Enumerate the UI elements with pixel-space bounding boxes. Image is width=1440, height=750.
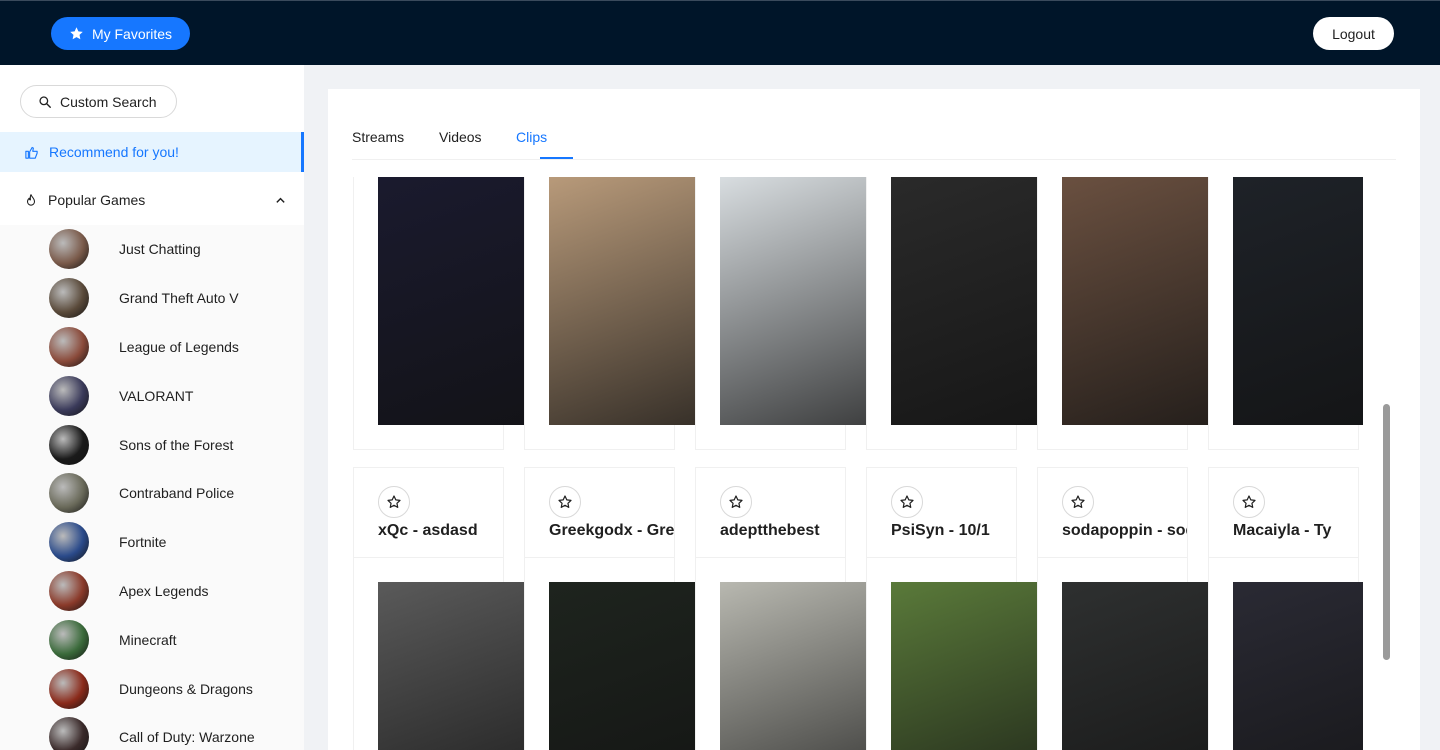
clip-thumbnail[interactable] xyxy=(549,582,695,750)
tab-videos[interactable]: Videos xyxy=(439,129,482,145)
game-name: Grand Theft Auto V xyxy=(119,290,239,307)
tab-streams[interactable]: Streams xyxy=(352,129,404,145)
game-avatar xyxy=(49,570,89,611)
scrollbar-thumb[interactable] xyxy=(1383,404,1390,660)
game-avatar xyxy=(49,619,89,660)
sidebar-item-game[interactable]: Sons of the Forest xyxy=(0,420,304,469)
game-avatar xyxy=(49,278,89,319)
clip-thumbnail[interactable] xyxy=(720,177,866,425)
favorite-star-button[interactable] xyxy=(720,486,752,518)
popular-games-submenu[interactable]: Popular Games xyxy=(0,180,304,220)
star-outline-icon xyxy=(387,495,401,508)
my-favorites-button[interactable]: My Favorites xyxy=(51,17,190,50)
clip-thumbnail[interactable] xyxy=(549,177,695,425)
star-outline-icon xyxy=(558,495,572,508)
logout-button[interactable]: Logout xyxy=(1313,17,1394,50)
sidebar-item-game[interactable]: League of Legends xyxy=(0,323,304,372)
game-name: Apex Legends xyxy=(119,582,209,599)
active-tab-indicator xyxy=(540,157,573,159)
clip-title: xQc - asdasd xyxy=(378,522,478,539)
top-header: My Favorites Logout xyxy=(0,0,1440,65)
popular-games-list: Just Chatting Grand Theft Auto V League of… xyxy=(0,225,304,750)
fire-icon xyxy=(26,193,36,206)
clip-thumbnail[interactable] xyxy=(891,582,1037,750)
scrollbar[interactable] xyxy=(1380,176,1392,750)
clip-thumbnail[interactable] xyxy=(720,582,866,750)
star-outline-icon xyxy=(900,495,914,508)
favorite-star-button[interactable] xyxy=(891,486,923,518)
sidebar: Custom Search Recommend for you! Popular… xyxy=(0,65,304,750)
custom-search-label: Custom Search xyxy=(60,93,157,110)
game-avatar xyxy=(49,326,89,367)
clip-thumbnail[interactable] xyxy=(1233,582,1363,750)
game-avatar xyxy=(49,375,89,416)
game-name: Call of Duty: Warzone xyxy=(119,729,255,746)
game-name: League of Legends xyxy=(119,338,239,355)
sidebar-item-game[interactable]: Call of Duty: Warzone xyxy=(0,713,304,750)
sidebar-item-game[interactable]: Just Chatting xyxy=(0,225,304,274)
sidebar-item-game[interactable]: VALORANT xyxy=(0,371,304,420)
favorite-star-button[interactable] xyxy=(1233,486,1265,518)
favorite-star-button[interactable] xyxy=(1062,486,1094,518)
game-avatar xyxy=(49,424,89,465)
clip-thumbnail[interactable] xyxy=(1062,582,1208,750)
sidebar-item-game[interactable]: Apex Legends xyxy=(0,567,304,616)
clip-thumbnail[interactable] xyxy=(378,582,524,750)
star-outline-icon xyxy=(1071,495,1085,508)
clips-grid: xQc - asdasd Greekgodx - Greekgodx adeptth… xyxy=(353,177,1363,750)
clip-title: PsiSyn - 10/1 xyxy=(891,522,990,539)
clip-title: Greekgodx - Greekgodx xyxy=(549,522,674,539)
thumbs-up-icon xyxy=(25,146,38,159)
sidebar-item-game[interactable]: Contraband Police xyxy=(0,469,304,518)
sidebar-item-game[interactable]: Dungeons & Dragons xyxy=(0,664,304,713)
star-icon xyxy=(70,27,83,40)
game-avatar xyxy=(49,668,89,709)
clip-thumbnail[interactable] xyxy=(1233,177,1363,425)
game-name: Sons of the Forest xyxy=(119,436,234,453)
game-avatar xyxy=(49,522,89,563)
favorite-star-button[interactable] xyxy=(549,486,581,518)
star-outline-icon xyxy=(729,495,743,508)
chevron-up-icon xyxy=(276,197,285,203)
main-content: Streams Videos Clips xQc - asdasd Greekgo… xyxy=(328,89,1420,750)
sidebar-item-recommend[interactable]: Recommend for you! xyxy=(0,132,304,172)
game-name: Minecraft xyxy=(119,631,177,648)
game-name: Dungeons & Dragons xyxy=(119,680,253,697)
game-name: Contraband Police xyxy=(119,485,235,502)
clip-thumbnail[interactable] xyxy=(378,177,524,425)
popular-games-label: Popular Games xyxy=(48,192,146,208)
search-icon xyxy=(39,95,51,108)
game-name: Just Chatting xyxy=(119,241,201,258)
media-tabs: Streams Videos Clips xyxy=(352,89,1396,160)
sidebar-item-game[interactable]: Minecraft xyxy=(0,615,304,664)
clip-title: Macaiyla - Ty xyxy=(1233,522,1332,539)
tab-clips[interactable]: Clips xyxy=(516,129,547,145)
game-avatar xyxy=(49,229,89,270)
favorite-star-button[interactable] xyxy=(378,486,410,518)
game-avatar xyxy=(49,717,89,750)
game-name: VALORANT xyxy=(119,387,194,404)
custom-search-button[interactable]: Custom Search xyxy=(20,85,177,118)
sidebar-item-game[interactable]: Fortnite xyxy=(0,518,304,567)
game-name: Fortnite xyxy=(119,534,167,551)
my-favorites-label: My Favorites xyxy=(91,25,173,42)
game-avatar xyxy=(49,473,89,514)
clip-title: sodapoppin - sodapoppin xyxy=(1062,522,1187,539)
recommend-label: Recommend for you! xyxy=(49,144,179,160)
star-outline-icon xyxy=(1242,495,1256,508)
sidebar-item-game[interactable]: Grand Theft Auto V xyxy=(0,274,304,323)
clip-thumbnail[interactable] xyxy=(1062,177,1208,425)
clip-thumbnail[interactable] xyxy=(891,177,1037,425)
clip-title: adeptthebest xyxy=(720,522,820,539)
